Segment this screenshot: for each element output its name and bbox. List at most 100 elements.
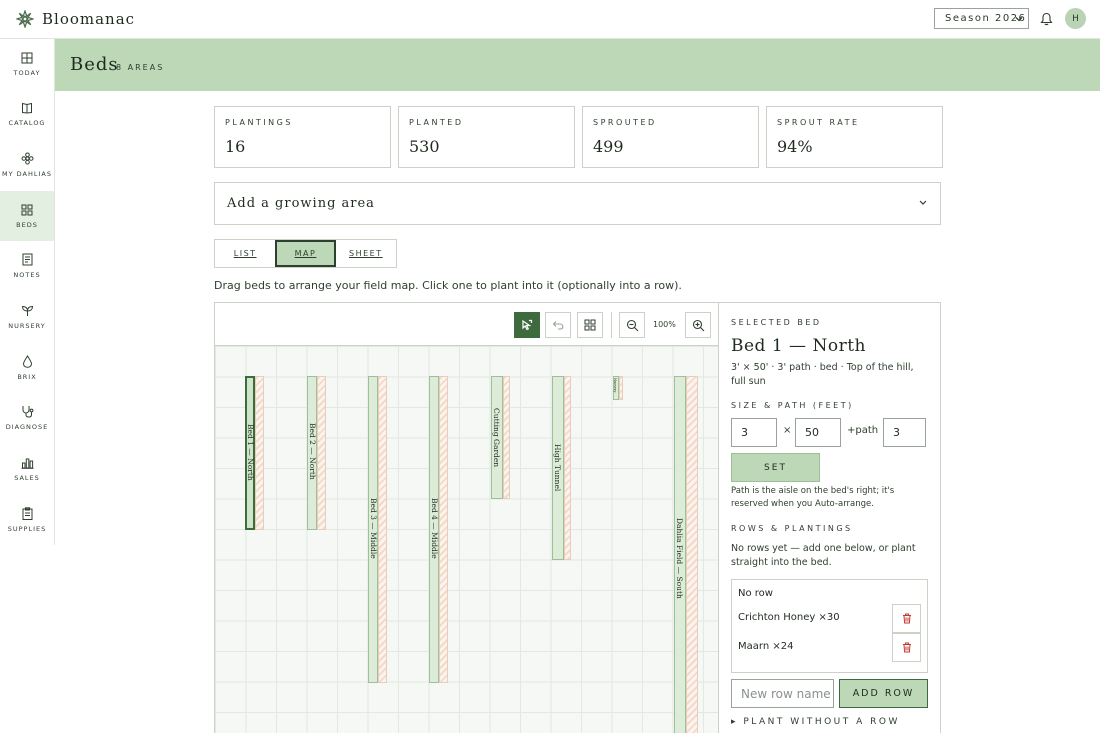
stat-card-planted: PLANTED 530 — [398, 106, 575, 168]
zoom-in-icon — [692, 319, 704, 331]
bed-length-input[interactable]: 50 — [795, 418, 841, 447]
cursor-icon — [522, 319, 533, 331]
map-bed-label: High Tunnel — [553, 444, 562, 492]
grid-icon — [584, 319, 596, 331]
stat-value: 530 — [409, 137, 440, 156]
stat-value: 499 — [593, 137, 624, 156]
chevron-down-icon — [919, 200, 927, 205]
stat-label: SPROUT RATE — [777, 118, 860, 127]
undo-button[interactable] — [545, 312, 571, 338]
sidebar-item-brix[interactable]: BRIX — [0, 343, 54, 393]
selected-bed-description: 3' × 50' · 3' path · bed · Top of the hi… — [731, 362, 914, 387]
sidebar-item-label: BEDS — [16, 220, 38, 229]
path-label: +path — [847, 425, 879, 436]
sidebar-item-label: NOTES — [13, 271, 41, 279]
map-bed-label: Bed 2 — North — [308, 423, 317, 480]
chevron-down-icon — [1015, 17, 1023, 22]
delete-planting-button[interactable] — [892, 604, 921, 633]
delete-planting-button[interactable] — [892, 633, 921, 662]
flower-icon — [21, 152, 33, 165]
planting-item[interactable]: Maarn ×24 — [738, 641, 793, 652]
view-tabs: LIST MAP SHEET — [214, 239, 397, 268]
path-width-input[interactable]: 3 — [883, 418, 926, 447]
sidebar-item-label: DIAGNOSE — [5, 423, 49, 431]
sidebar-item-nursery[interactable]: NURSERY — [0, 292, 54, 342]
rows-plantings-label: ROWS & PLANTINGS — [731, 524, 853, 533]
top-bar: Bloomanac Season 2026 H — [0, 0, 1100, 39]
map-bed-path — [686, 376, 698, 733]
sidebar-item-label: TODAY — [13, 68, 41, 77]
sidebar-item-notes[interactable]: NOTES — [0, 241, 54, 291]
plant-without-row-toggle[interactable]: ▸ PLANT WITHOUT A ROW — [731, 717, 900, 727]
sidebar-item-label: CATALOG — [8, 118, 46, 127]
map-bed-path — [439, 376, 448, 683]
map-bed-label: Bed 3 — Middle — [369, 498, 378, 559]
add-growing-area-toggle[interactable]: Add a growing area — [214, 182, 941, 225]
zoom-in-button[interactable] — [685, 312, 711, 338]
page-title: Beds — [70, 54, 119, 75]
map-bed-path — [564, 376, 571, 560]
clipboard-icon — [22, 507, 32, 520]
map-toolbar: 100% — [215, 303, 718, 346]
selected-bed-title: Bed 1 — North — [731, 336, 866, 356]
map-bed-label: Nursery — [613, 378, 617, 393]
season-select[interactable]: Season 2026 — [934, 8, 1029, 29]
stat-label: PLANTED — [409, 118, 464, 127]
chart-icon — [21, 458, 33, 469]
trash-icon — [902, 613, 911, 624]
sidebar-item-catalog[interactable]: CATALOG — [0, 89, 54, 139]
map-bed-label: Cutting Garden — [492, 408, 501, 468]
auto-arrange-button[interactable] — [577, 312, 603, 338]
map-bed-path — [619, 376, 623, 400]
avatar[interactable]: H — [1065, 8, 1086, 29]
diagnose-icon — [22, 406, 34, 418]
planting-item[interactable]: Crichton Honey ×30 — [738, 612, 840, 623]
brand[interactable]: Bloomanac — [16, 10, 135, 28]
stat-card-sprout-rate: SPROUT RATE 94% — [766, 106, 943, 168]
map-canvas[interactable]: Bed 1 — North Bed 2 — North Bed 3 — Midd… — [215, 346, 718, 733]
flower-logo-icon — [16, 10, 34, 28]
sidebar-item-my-dahlias[interactable]: MY DAHLIAS — [0, 140, 54, 190]
field-map: 100% Bed 1 — North Bed 2 — North Bed 3 —… — [214, 302, 719, 733]
times-symbol: × — [783, 425, 792, 436]
zoom-out-button[interactable] — [619, 312, 645, 338]
stat-label: SPROUTED — [593, 118, 657, 127]
trash-icon — [902, 642, 911, 653]
sidebar-item-supplies[interactable]: SUPPLIES — [0, 495, 54, 545]
new-row-name-input[interactable]: New row name — [731, 679, 834, 708]
sidebar-item-label: BRIX — [17, 373, 37, 381]
add-row-button[interactable]: ADD ROW — [839, 679, 928, 708]
map-bed-path — [255, 376, 264, 530]
book-icon — [22, 102, 32, 114]
path-note: Path is the aisle on the bed's right; it… — [731, 486, 895, 509]
size-path-label: SIZE & PATH (FEET) — [731, 401, 854, 410]
tab-sheet[interactable]: SHEET — [335, 240, 396, 267]
selected-bed-panel: SELECTED BED Bed 1 — North 3' × 50' · 3'… — [719, 302, 941, 733]
sidebar-item-label: SUPPLIES — [7, 525, 47, 533]
select-tool-button[interactable] — [514, 312, 540, 338]
stat-card-sprouted: SPROUTED 499 — [582, 106, 759, 168]
stat-card-plantings: PLANTINGS 16 — [214, 106, 391, 168]
sidebar-item-sales[interactable]: SALES — [0, 444, 54, 494]
rows-note: No rows yet — add one below, or plant st… — [731, 543, 916, 568]
sidebar-item-beds[interactable]: BEDS — [0, 191, 54, 241]
row-group-title: No row — [738, 588, 773, 599]
tab-list[interactable]: LIST — [215, 240, 276, 267]
map-bed-label: Bed 4 — Middle — [430, 498, 439, 559]
map-bed-label: Bed 1 — North — [246, 424, 255, 481]
stat-label: PLANTINGS — [225, 118, 293, 127]
app-name: Bloomanac — [42, 10, 136, 28]
zoom-out-icon — [626, 319, 638, 331]
tab-map[interactable]: MAP — [275, 240, 336, 267]
bed-width-input[interactable]: 3 — [731, 418, 777, 447]
set-size-button[interactable]: SET — [731, 453, 820, 482]
note-icon — [22, 253, 32, 266]
sprout-icon — [21, 305, 33, 316]
selected-bed-eyebrow: SELECTED BED — [731, 318, 822, 327]
map-hint: Drag beds to arrange your field map. Cli… — [214, 279, 682, 292]
sidebar-item-today[interactable]: TODAY — [0, 39, 54, 89]
sidebar-item-diagnose[interactable]: DIAGNOSE — [0, 393, 54, 443]
bell-icon[interactable] — [1040, 12, 1053, 26]
map-bed-path — [317, 376, 326, 530]
stat-value: 16 — [225, 137, 246, 156]
